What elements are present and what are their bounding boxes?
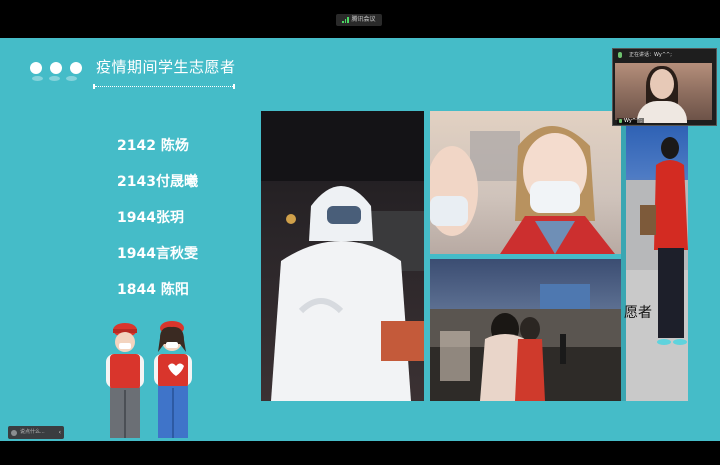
volunteer-name: 2142 陈炀 <box>117 138 189 154</box>
mic-small-icon <box>619 119 622 123</box>
slide-title: 疫情期间学生志愿者 <box>96 58 236 76</box>
signal-icon <box>342 17 349 23</box>
partial-text: 愿者 <box>624 305 652 321</box>
title-underline <box>93 84 235 89</box>
speaking-status: 正在讲话：Wy^^; <box>613 49 716 61</box>
photo-volunteer-standing <box>626 120 688 401</box>
chat-icon <box>11 429 17 436</box>
chat-input-box[interactable]: 说点什么... ‹ <box>8 426 64 439</box>
decorative-dots-shadow <box>32 76 77 81</box>
presenter-name-tag: Wy^^; <box>617 118 644 124</box>
volunteer-name: 1944张玥 <box>117 210 184 226</box>
volunteer-name: 2143付晟曦 <box>117 174 198 190</box>
microphone-icon <box>618 52 622 58</box>
presenter-name: Wy^^; <box>624 118 642 124</box>
decorative-dots <box>30 62 82 74</box>
volunteer-name: 1944言秋雯 <box>117 246 198 262</box>
chat-placeholder: 说点什么... <box>20 429 45 435</box>
volunteers-illustration <box>106 321 192 438</box>
meeting-title: 腾讯会议 <box>351 16 376 23</box>
presenter-video-panel[interactable]: 正在讲话：Wy^^; Wy^^; <box>612 48 717 126</box>
photo-volunteer-selfie <box>430 111 621 254</box>
meeting-top-bar: 腾讯会议 <box>0 0 720 38</box>
photo-volunteers-at-night <box>430 259 621 401</box>
chevron-left-icon[interactable]: ‹ <box>59 426 61 439</box>
meeting-bottom-bar <box>0 441 720 465</box>
presenter-video <box>615 63 712 123</box>
meeting-title-pill[interactable]: 腾讯会议 <box>336 14 382 26</box>
volunteer-name-list: 2142 陈炀 2143付晟曦 1944张玥 1944言秋雯 1844 陈阳 <box>117 136 198 316</box>
volunteer-name: 1844 陈阳 <box>117 282 189 298</box>
photo-protective-suit-volunteer <box>261 111 424 401</box>
speaking-status-text: 正在讲话：Wy^^; <box>629 52 672 58</box>
